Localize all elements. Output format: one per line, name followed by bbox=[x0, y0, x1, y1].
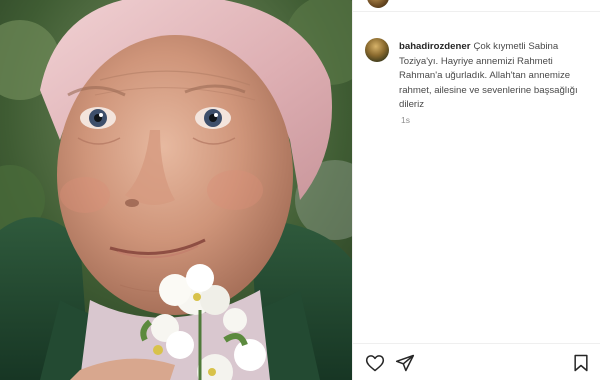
header-avatar[interactable] bbox=[367, 0, 389, 8]
post-header-edge bbox=[353, 0, 600, 12]
save-button[interactable] bbox=[571, 353, 591, 373]
author-avatar[interactable] bbox=[365, 38, 389, 62]
author-username[interactable]: bahadirozdener bbox=[399, 41, 470, 52]
bookmark-icon bbox=[574, 354, 588, 372]
post-photo[interactable] bbox=[0, 0, 352, 380]
like-button[interactable] bbox=[365, 353, 385, 373]
post-sidebar: bahadirozdener Çok kıymetli Sabina Toziya… bbox=[352, 0, 600, 380]
post-timestamp[interactable]: 1s bbox=[401, 115, 410, 125]
caption-body: bahadirozdener Çok kıymetli Sabina Toziya… bbox=[399, 40, 591, 113]
share-button[interactable] bbox=[395, 353, 415, 373]
caption-comment: bahadirozdener Çok kıymetli Sabina Toziya… bbox=[365, 38, 591, 113]
post-photo-image bbox=[0, 0, 352, 380]
heart-icon bbox=[365, 355, 385, 372]
send-icon bbox=[395, 354, 415, 372]
instagram-post: bahadirozdener Çok kıymetli Sabina Toziya… bbox=[0, 0, 600, 380]
action-bar bbox=[353, 343, 600, 380]
